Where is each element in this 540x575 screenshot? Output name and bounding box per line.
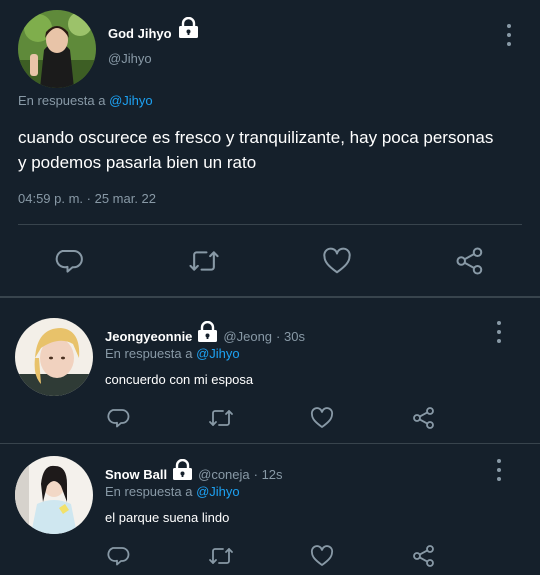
tweet-text: cuando oscurece es fresco y tranquilizan… [18, 125, 493, 175]
handle[interactable]: @Jihyo [108, 51, 152, 66]
like-icon [322, 247, 352, 275]
reply-prefix: En respuesta a [105, 346, 193, 361]
retweet-icon [207, 406, 235, 430]
share-icon [412, 544, 436, 568]
display-name-text: Snow Ball [105, 467, 168, 482]
retweet-icon [188, 246, 220, 276]
reply-button[interactable] [52, 244, 88, 278]
share-button[interactable] [410, 404, 438, 432]
more-options-icon[interactable] [501, 24, 517, 46]
share-button[interactable] [410, 542, 438, 570]
avatar[interactable] [18, 10, 96, 88]
timestamp[interactable]: 04:59 p. m. · 25 mar. 22 [18, 191, 156, 206]
tweet-text: concuerdo con mi esposa [105, 372, 254, 387]
divider [18, 224, 522, 225]
reply-prefix: En respuesta a [18, 93, 106, 108]
lock-icon [178, 16, 199, 39]
display-name[interactable]: Jeongyeonnie @Jeong · 30s [105, 320, 305, 344]
divider [0, 443, 540, 444]
display-name[interactable]: Snow Ball @coneja · 12s [105, 458, 283, 482]
display-name-text: Jeongyeonnie [105, 329, 193, 344]
handle[interactable]: @coneja [198, 467, 250, 482]
reply-button[interactable] [105, 542, 133, 570]
reply-context: En respuesta a @Jihyo [18, 93, 153, 108]
reply-context: En respuesta a @Jihyo [105, 484, 240, 499]
reply-to-link[interactable]: @Jihyo [109, 93, 153, 108]
reply-button[interactable] [105, 404, 133, 432]
time-ago: · 30s [276, 329, 305, 344]
reply-icon [107, 544, 131, 568]
reply-to-link[interactable]: @Jihyo [196, 484, 240, 499]
lock-icon [172, 458, 193, 481]
share-icon [455, 246, 485, 276]
tweet-text-line: y podemos pasarla bien un rato [18, 153, 257, 172]
tweet-text: el parque suena lindo [105, 510, 230, 525]
time-ago: · 12s [253, 467, 283, 482]
reply-prefix: En respuesta a [105, 484, 193, 499]
like-button[interactable] [319, 244, 355, 278]
avatar[interactable] [15, 318, 93, 396]
more-options-icon[interactable] [491, 459, 507, 481]
tweet-text-line: cuando oscurece es fresco y tranquilizan… [18, 128, 494, 147]
like-icon [310, 545, 334, 567]
reply-context: En respuesta a @Jihyo [105, 346, 240, 361]
reply-to-link[interactable]: @Jihyo [196, 346, 240, 361]
avatar[interactable] [15, 456, 93, 534]
retweet-icon [207, 544, 235, 568]
like-button[interactable] [308, 542, 336, 570]
lock-icon [197, 320, 218, 343]
retweet-button[interactable] [184, 244, 224, 278]
share-button[interactable] [452, 244, 488, 278]
like-icon [310, 407, 334, 429]
display-name[interactable]: God Jihyo [108, 16, 199, 41]
handle[interactable]: @Jeong [223, 329, 272, 344]
reply-icon [107, 406, 131, 430]
share-icon [412, 406, 436, 430]
like-button[interactable] [308, 404, 336, 432]
retweet-button[interactable] [205, 404, 237, 432]
more-options-icon[interactable] [491, 321, 507, 343]
retweet-button[interactable] [205, 542, 237, 570]
display-name-text: God Jihyo [108, 26, 172, 41]
divider [0, 296, 540, 298]
reply-icon [55, 246, 85, 276]
